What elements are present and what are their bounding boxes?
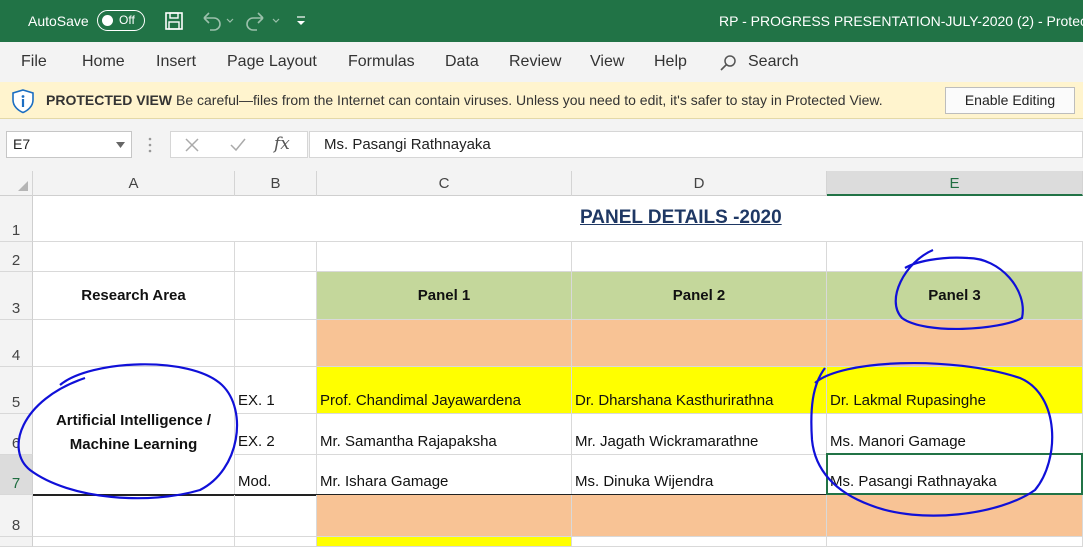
undo-icon[interactable] [200, 10, 234, 32]
toggle-knob [102, 14, 113, 26]
cell-d9[interactable] [572, 537, 827, 547]
role-ex1[interactable]: EX. 1 [235, 367, 317, 414]
cell-e8[interactable] [827, 495, 1083, 537]
row-header-2[interactable]: 2 [0, 242, 33, 272]
select-all-button[interactable] [0, 171, 33, 196]
select-all-triangle [18, 181, 28, 191]
tab-file[interactable]: File [21, 42, 47, 82]
formula-input[interactable]: Ms. Pasangi Rathnayaka [309, 131, 1083, 158]
protected-view-message: Be careful—files from the Internet can c… [176, 92, 883, 108]
drag-handle-icon[interactable] [148, 137, 152, 153]
cell-c9[interactable] [317, 537, 572, 547]
autosave-label: AutoSave [28, 13, 89, 29]
protected-view-title: PROTECTED VIEW [46, 92, 173, 108]
search-icon[interactable] [719, 54, 737, 72]
name-box-value: E7 [13, 136, 31, 152]
role-ex2[interactable]: EX. 2 [235, 414, 317, 455]
tab-data[interactable]: Data [445, 42, 479, 82]
column-header-c[interactable]: C [317, 171, 572, 196]
panel-1-header[interactable]: Panel 1 [317, 272, 572, 320]
cell-d7[interactable]: Ms. Dinuka Wijendra [572, 455, 827, 495]
column-header-b[interactable]: B [235, 171, 317, 196]
tab-home[interactable]: Home [82, 42, 125, 82]
autosave-state: Off [119, 13, 135, 27]
research-area-cell[interactable]: Artificial Intelligence / Machine Learni… [33, 367, 235, 495]
cell-b8[interactable] [235, 495, 317, 537]
cell-a2[interactable] [33, 242, 235, 272]
formula-bar: E7 fx Ms. Pasangi Rathnayaka [0, 119, 1083, 171]
cell-c6[interactable]: Mr. Samantha Rajapaksha [317, 414, 572, 455]
cancel-icon[interactable] [185, 138, 199, 152]
active-cell-outline [826, 453, 1083, 495]
ribbon-tabs: File Home Insert Page Layout Formulas Da… [0, 42, 1083, 82]
cell-c5[interactable]: Prof. Chandimal Jayawardena [317, 367, 572, 414]
search-box[interactable]: Search [748, 42, 799, 82]
sheet-title: PANEL DETAILS -2020 [580, 207, 782, 228]
excel-window: AutoSave Off RP - PROGRESS PRESENTATION-… [0, 0, 1083, 547]
shield-info-icon [12, 89, 34, 114]
redo-icon[interactable] [245, 10, 281, 32]
cell-a9[interactable] [33, 537, 235, 547]
row-header-3[interactable]: 3 [0, 272, 33, 320]
row-header-8[interactable]: 8 [0, 495, 33, 537]
enter-check-icon[interactable] [230, 138, 246, 152]
save-icon[interactable] [164, 11, 184, 31]
row-header-6[interactable]: 6 [0, 414, 33, 455]
insert-function-button[interactable]: fx [274, 134, 290, 154]
column-header-e[interactable]: E [827, 171, 1083, 196]
cell-e9[interactable] [827, 537, 1083, 547]
cell-b9[interactable] [235, 537, 317, 547]
tab-page-layout[interactable]: Page Layout [227, 42, 317, 82]
protected-view-bar: PROTECTED VIEW Be careful—files from the… [0, 82, 1083, 119]
tab-help[interactable]: Help [654, 42, 687, 82]
panel-2-header[interactable]: Panel 2 [572, 272, 827, 320]
column-headers: A B C D E [0, 171, 1083, 196]
cell-b2[interactable] [235, 242, 317, 272]
cell-e5[interactable]: Dr. Lakmal Rupasinghe [827, 367, 1083, 414]
window-title: RP - PROGRESS PRESENTATION-JULY-2020 (2)… [719, 13, 1083, 29]
tab-view[interactable]: View [590, 42, 624, 82]
cell-c4[interactable] [317, 320, 572, 367]
research-area-header[interactable]: Research Area [33, 272, 235, 320]
cell-e6[interactable]: Ms. Manori Gamage [827, 414, 1083, 455]
cell-d5[interactable]: Dr. Dharshana Kasthurirathna [572, 367, 827, 414]
row-header-5[interactable]: 5 [0, 367, 33, 414]
role-mod[interactable]: Mod. [235, 455, 317, 495]
cell-c7[interactable]: Mr. Ishara Gamage [317, 455, 572, 495]
formula-buttons: fx [170, 131, 308, 158]
cell-d8[interactable] [572, 495, 827, 537]
name-box[interactable]: E7 [6, 131, 132, 158]
customize-toolbar-icon[interactable] [295, 14, 307, 28]
column-header-a[interactable]: A [33, 171, 235, 196]
title-bar: AutoSave Off RP - PROGRESS PRESENTATION-… [0, 0, 1083, 42]
enable-editing-button[interactable]: Enable Editing [945, 87, 1075, 114]
autosave-toggle[interactable]: Off [97, 10, 145, 31]
cell-d4[interactable] [572, 320, 827, 367]
row-header-4[interactable]: 4 [0, 320, 33, 367]
cell-b4[interactable] [235, 320, 317, 367]
row-header-1[interactable]: 1 [0, 196, 33, 242]
merged-title-cell[interactable] [33, 196, 1083, 242]
cell-a8[interactable] [33, 495, 235, 537]
cell-a4[interactable] [33, 320, 235, 367]
cell-b3[interactable] [235, 272, 317, 320]
tab-review[interactable]: Review [509, 42, 561, 82]
cell-e2[interactable] [827, 242, 1083, 272]
chevron-down-icon[interactable] [116, 142, 125, 148]
row-header-9[interactable] [0, 537, 33, 547]
tab-insert[interactable]: Insert [156, 42, 196, 82]
tab-formulas[interactable]: Formulas [348, 42, 415, 82]
cell-e4[interactable] [827, 320, 1083, 367]
cell-c2[interactable] [317, 242, 572, 272]
cell-d2[interactable] [572, 242, 827, 272]
column-header-d[interactable]: D [572, 171, 827, 196]
panel-3-header[interactable]: Panel 3 [827, 272, 1083, 320]
row-header-7[interactable]: 7 [0, 455, 33, 495]
cell-d6[interactable]: Mr. Jagath Wickramarathne [572, 414, 827, 455]
cell-c8[interactable] [317, 495, 572, 537]
